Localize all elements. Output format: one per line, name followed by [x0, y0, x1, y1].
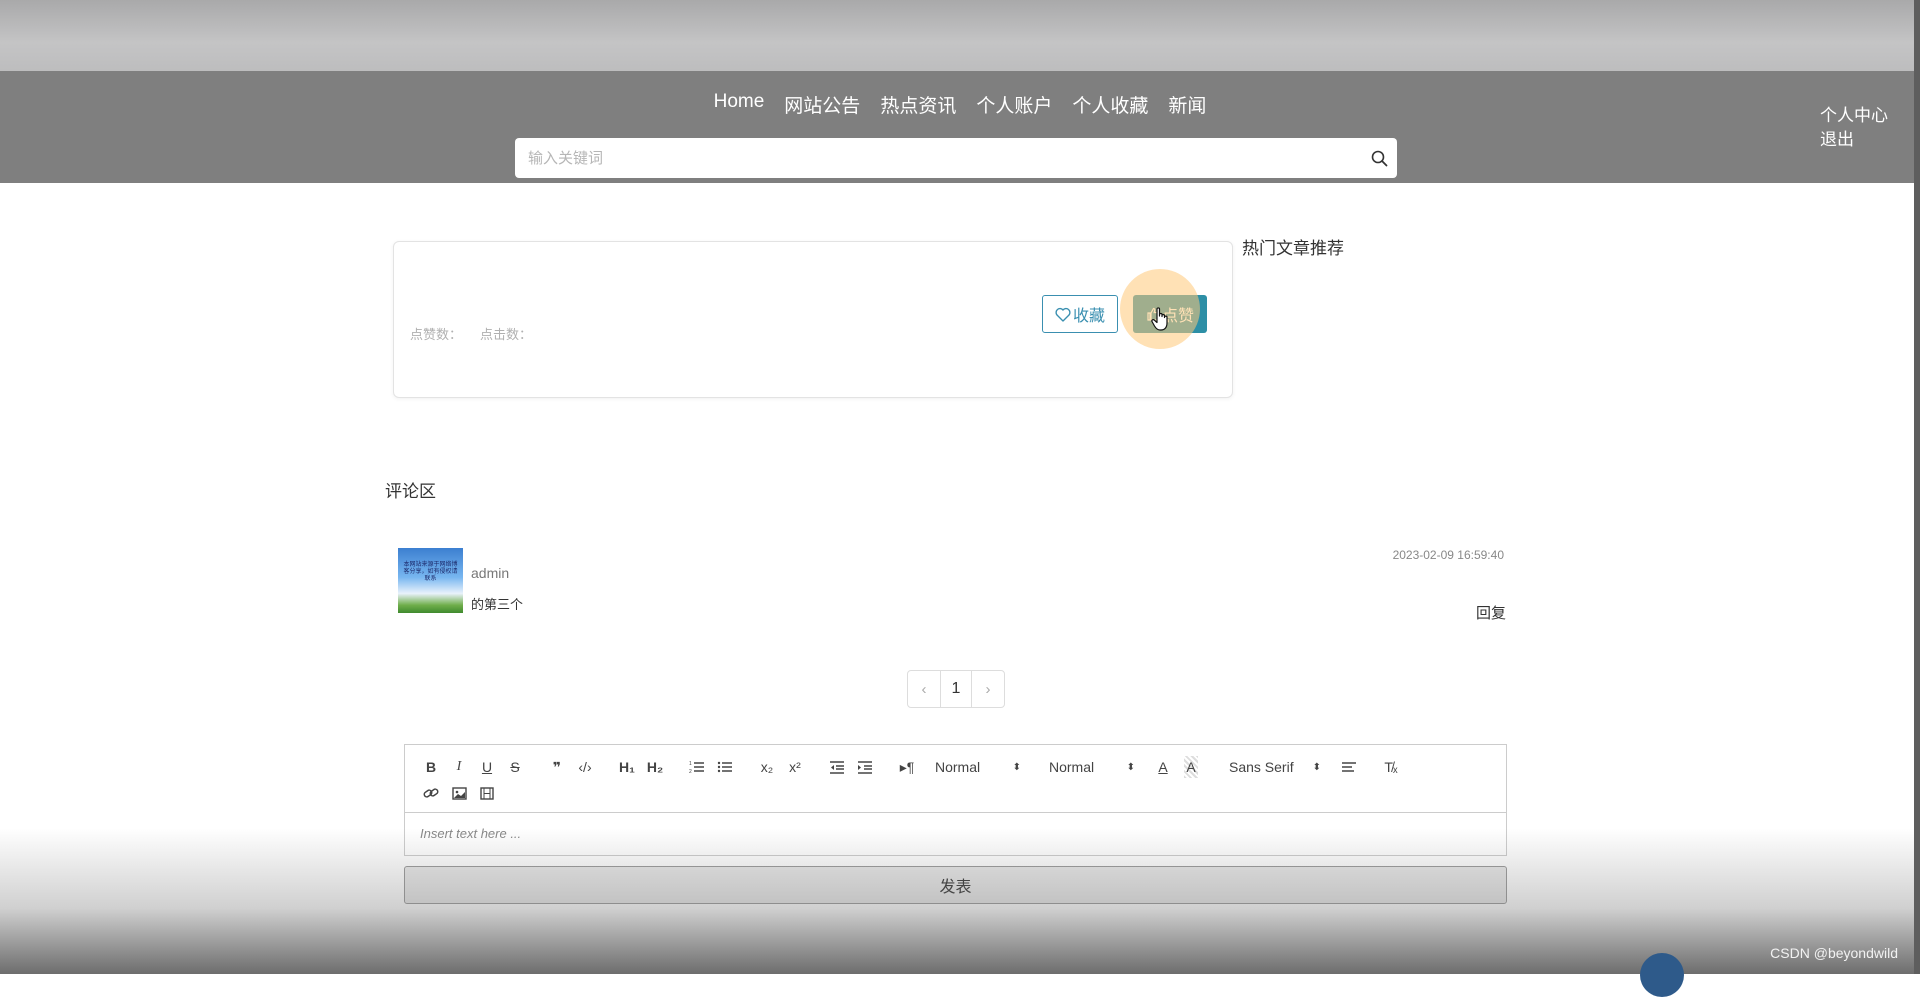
ordered-list-icon[interactable]: 12 [683, 756, 711, 778]
editor-toolbar: B I U S ❞ ‹/› H₁ H₂ 12 x₂ x² ▸¶ Normal ⬍… [405, 745, 1506, 813]
nav-news[interactable]: 新闻 [1168, 91, 1206, 118]
favorite-button[interactable]: 收藏 [1042, 295, 1118, 333]
font-picker[interactable]: Sans Serif ⬍ [1229, 756, 1321, 778]
h1-icon[interactable]: H₁ [613, 756, 641, 778]
navbar: Home 网站公告 热点资讯 个人账户 个人收藏 新闻 个人中心 退出 [0, 71, 1920, 183]
hot-articles-title: 热门文章推荐 [1242, 239, 1344, 258]
comment-timestamp: 2023-02-09 16:59:40 [1392, 548, 1504, 562]
picker-arrow-icon: ⬍ [1012, 761, 1021, 773]
reply-link[interactable]: 回复 [1476, 602, 1506, 623]
picker-arrow-icon: ⬍ [1312, 761, 1321, 773]
likes-count-label: 点赞数： [410, 327, 463, 342]
size-picker-label: Normal [1049, 759, 1095, 775]
indent-icon[interactable] [851, 756, 879, 778]
floating-action-button[interactable] [1640, 953, 1684, 997]
comments-title: 评论区 [385, 482, 436, 501]
rtl-icon[interactable]: ▸¶ [893, 756, 921, 778]
top-banner [0, 0, 1920, 71]
text-color-icon[interactable]: A [1149, 756, 1177, 778]
align-icon[interactable] [1335, 756, 1363, 778]
prev-page-button[interactable]: ‹ [908, 671, 940, 707]
publish-button[interactable]: 发表 [404, 866, 1507, 904]
underline-icon[interactable]: U [473, 756, 501, 778]
comment-text: 的第三个 [471, 597, 524, 612]
comment-item: 本网站来源于网络博客分享，如有侵权请联系 admin 的第三个 2023-02-… [398, 548, 1506, 622]
nav-announcements[interactable]: 网站公告 [784, 91, 860, 118]
image-icon[interactable] [445, 782, 473, 804]
blockquote-icon[interactable]: ❞ [543, 756, 571, 778]
page-1-button[interactable]: 1 [940, 671, 972, 707]
size-picker[interactable]: Normal ⬍ [1049, 756, 1135, 778]
heart-icon [1055, 307, 1071, 322]
h2-icon[interactable]: H₂ [641, 756, 669, 778]
nav-home[interactable]: Home [714, 91, 765, 118]
logout-link[interactable]: 退出 [1820, 128, 1888, 152]
article-card: 点赞数： 点击数： 收藏 点赞 [393, 241, 1233, 398]
svg-text:1: 1 [689, 761, 692, 767]
avatar-caption: 本网站来源于网络博客分享，如有侵权请联系 [403, 562, 458, 582]
picker-arrow-icon: ⬍ [1126, 761, 1135, 773]
italic-icon[interactable]: I [445, 756, 473, 778]
editor-content-area[interactable]: Insert text here ... [405, 813, 1506, 855]
like-button-label: 点赞 [1161, 308, 1194, 325]
font-picker-label: Sans Serif [1229, 759, 1294, 775]
thumbs-up-icon [1147, 307, 1160, 321]
nav-account[interactable]: 个人账户 [976, 91, 1052, 118]
header-picker[interactable]: Normal ⬍ [935, 756, 1021, 778]
nav-links: Home 网站公告 热点资讯 个人账户 个人收藏 新闻 [0, 91, 1920, 118]
user-menu: 个人中心 退出 [1820, 104, 1888, 152]
article-stats: 点赞数： 点击数： [410, 324, 532, 343]
code-icon[interactable]: ‹/› [571, 756, 599, 778]
outdent-icon[interactable] [823, 756, 851, 778]
bold-icon[interactable]: B [417, 756, 445, 778]
search-box [515, 138, 1397, 178]
next-page-button[interactable]: › [972, 671, 1004, 707]
video-icon[interactable] [473, 782, 501, 804]
avatar: 本网站来源于网络博客分享，如有侵权请联系 [398, 548, 463, 613]
subscript-icon[interactable]: x₂ [753, 756, 781, 778]
search-icon[interactable] [1361, 139, 1397, 177]
toolbar-row-1: B I U S ❞ ‹/› H₁ H₂ 12 x₂ x² ▸¶ Normal ⬍… [417, 756, 1405, 778]
link-icon[interactable] [417, 782, 445, 804]
user-center-link[interactable]: 个人中心 [1820, 104, 1888, 128]
comment-username: admin [471, 565, 510, 581]
like-button[interactable]: 点赞 [1133, 295, 1207, 333]
superscript-icon[interactable]: x² [781, 756, 809, 778]
clean-format-icon[interactable]: T̸ₓ [1377, 756, 1405, 778]
pagination: ‹ 1 › [907, 670, 1005, 708]
rich-text-editor: B I U S ❞ ‹/› H₁ H₂ 12 x₂ x² ▸¶ Normal ⬍… [404, 744, 1507, 856]
clicks-count-label: 点击数： [480, 327, 533, 342]
strike-icon[interactable]: S [501, 756, 529, 778]
favorite-button-label: 收藏 [1072, 308, 1105, 325]
header-picker-label: Normal [935, 759, 981, 775]
nav-favorites[interactable]: 个人收藏 [1072, 91, 1148, 118]
background-color-icon[interactable]: A [1184, 756, 1198, 778]
watermark: CSDN @beyondwild [1770, 945, 1898, 961]
bullet-list-icon[interactable] [711, 756, 739, 778]
svg-text:2: 2 [689, 769, 692, 774]
nav-hot-news[interactable]: 热点资讯 [880, 91, 956, 118]
page-scrollbar[interactable] [1914, 0, 1920, 974]
search-input[interactable] [515, 139, 1361, 177]
toolbar-row-2 [417, 782, 501, 804]
